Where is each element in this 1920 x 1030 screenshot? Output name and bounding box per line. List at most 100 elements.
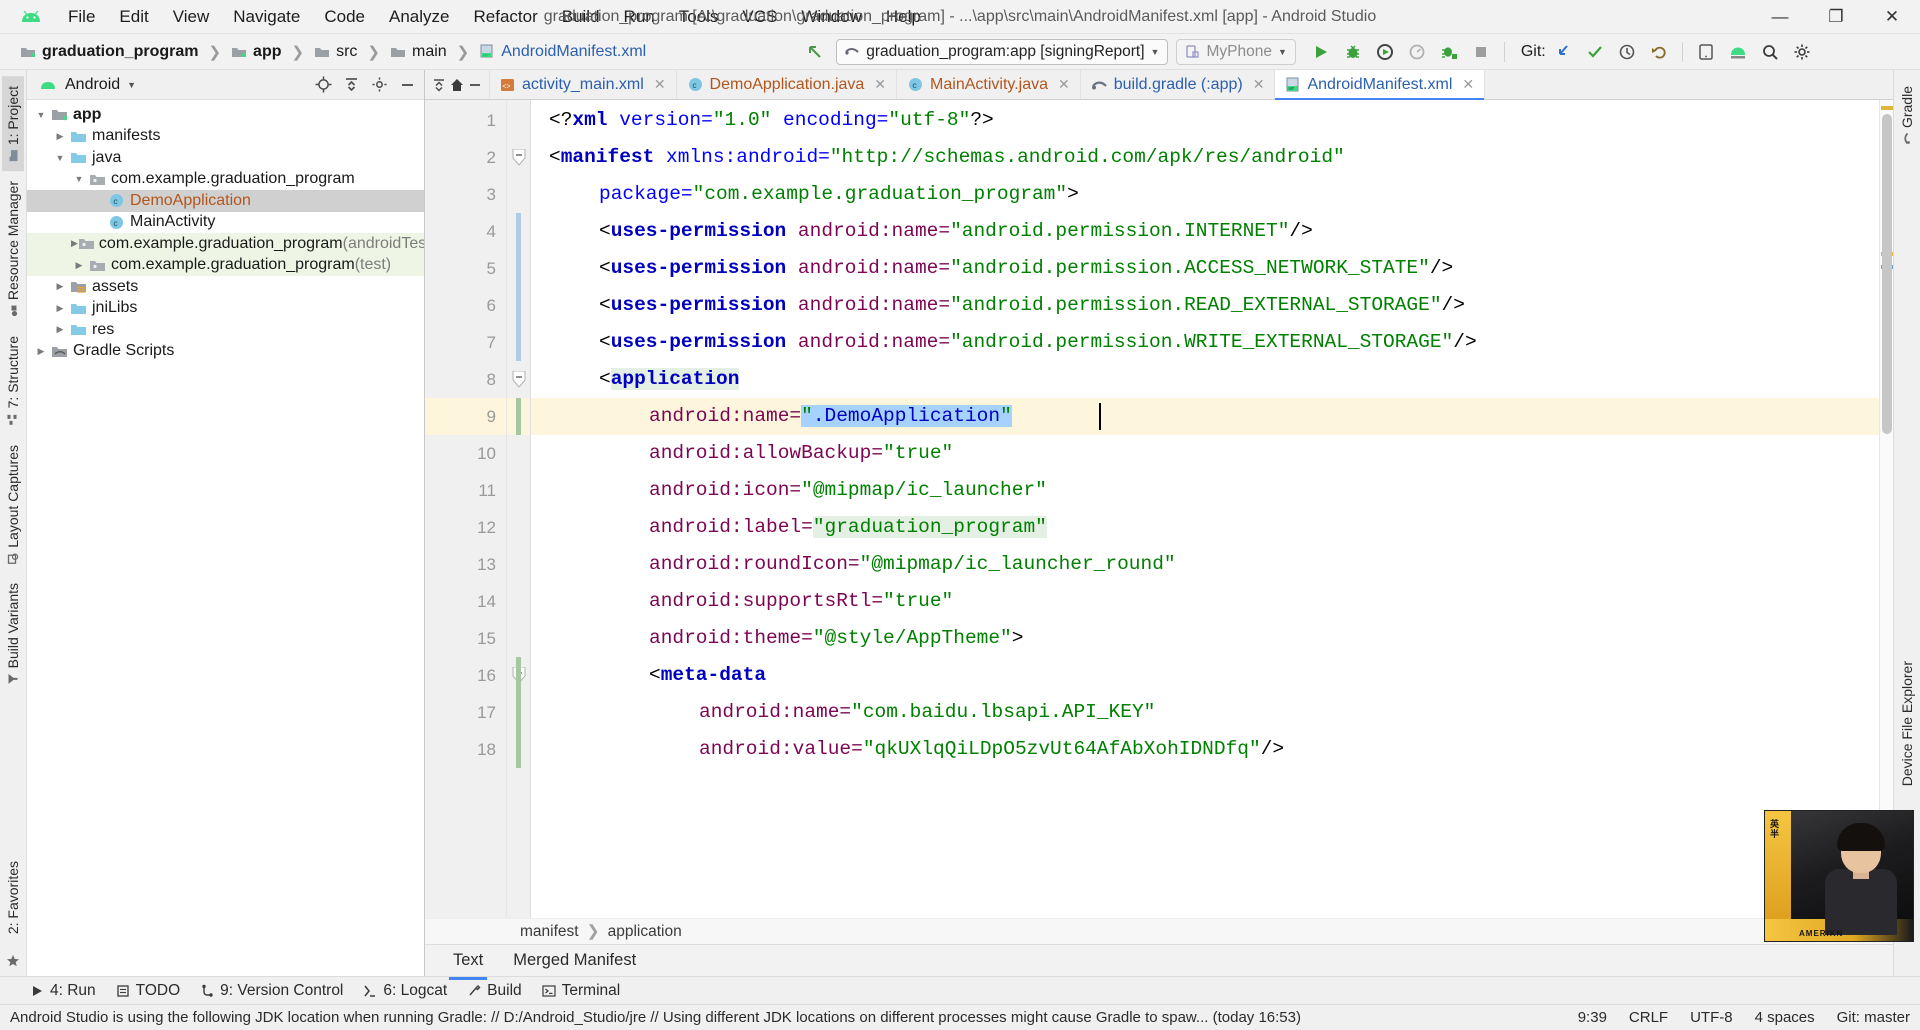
- avd-manager-button[interactable]: [1691, 38, 1721, 66]
- chevron-right-icon[interactable]: ▶: [71, 238, 78, 249]
- fold-collapse-icon[interactable]: [512, 371, 526, 388]
- bottom-tool-window-build[interactable]: Build: [467, 982, 522, 1000]
- bottom-tool-window-run[interactable]: 4: Run: [30, 982, 96, 1000]
- sdk-manager-button[interactable]: [1723, 38, 1753, 66]
- menu-run[interactable]: Run: [612, 4, 667, 30]
- chevron-down-icon[interactable]: ▼: [71, 174, 87, 184]
- chevron-right-icon[interactable]: ▶: [52, 303, 68, 314]
- debug-button[interactable]: [1338, 38, 1368, 66]
- menu-window[interactable]: Window: [789, 4, 873, 30]
- tree-row[interactable]: ▶ jniLibs: [27, 298, 424, 320]
- sidebar-item-project[interactable]: 1: Project: [2, 76, 24, 172]
- menu-code[interactable]: Code: [312, 4, 377, 30]
- tree-row[interactable]: c MainActivity: [27, 212, 424, 234]
- code-folding-column[interactable]: [507, 100, 531, 918]
- minimize-button[interactable]: —: [1752, 0, 1808, 33]
- breadcrumb-item-main[interactable]: main: [386, 41, 451, 63]
- code-line[interactable]: <?xml version="1.0" encoding="utf-8"?>: [549, 102, 994, 139]
- close-tab-icon[interactable]: ✕: [654, 76, 666, 93]
- code-line[interactable]: android:icon="@mipmap/ic_launcher": [649, 472, 1047, 509]
- tree-row[interactable]: ▶ com.example.graduation_program (test): [27, 254, 424, 276]
- editor-marker-scrollbar[interactable]: [1879, 100, 1893, 918]
- chevron-right-icon[interactable]: ▶: [52, 281, 68, 292]
- code-line[interactable]: android:supportsRtl="true": [649, 583, 953, 620]
- bottom-tool-window-version-control[interactable]: 9: Version Control: [200, 982, 343, 1000]
- sidebar-item-resource-manager[interactable]: Resource Manager: [2, 171, 24, 326]
- code-text-area[interactable]: <?xml version="1.0" encoding="utf-8"?> <m…: [531, 100, 1879, 918]
- chevron-right-icon[interactable]: ▶: [71, 260, 87, 271]
- attach-debugger-button[interactable]: [1434, 38, 1464, 66]
- collapse-icon[interactable]: [431, 77, 447, 93]
- menu-tools[interactable]: Tools: [667, 4, 731, 30]
- breadcrumb-application[interactable]: application: [608, 923, 682, 941]
- sidebar-item-gradle[interactable]: Gradle: [1896, 76, 1918, 154]
- tree-row[interactable]: ▶ res: [27, 319, 424, 341]
- menu-analyze[interactable]: Analyze: [377, 4, 461, 30]
- sidebar-item-build-variants[interactable]: Build Variants: [2, 573, 24, 694]
- sidebar-item-device-file-explorer[interactable]: Device File Explorer: [1896, 651, 1918, 796]
- stop-button[interactable]: [1466, 38, 1496, 66]
- locate-file-button[interactable]: [310, 73, 336, 97]
- home-icon[interactable]: [449, 77, 465, 93]
- bottom-tool-window-terminal[interactable]: Terminal: [542, 982, 620, 1000]
- search-everywhere-button[interactable]: [1755, 38, 1785, 66]
- collapse-all-button[interactable]: [338, 73, 364, 97]
- close-tab-icon[interactable]: ✕: [1462, 76, 1474, 93]
- tab-merged-manifest[interactable]: Merged Manifest: [511, 947, 638, 974]
- close-tab-icon[interactable]: ✕: [1058, 76, 1070, 93]
- code-line[interactable]: android:value="qkUXlqQiLDpO5zvUt64AfAbXo…: [699, 731, 1284, 768]
- added-line-marker[interactable]: [516, 398, 521, 435]
- maximize-button[interactable]: ❐: [1808, 0, 1864, 33]
- chevron-down-icon[interactable]: ▼: [33, 110, 49, 120]
- modified-line-marker[interactable]: [516, 213, 521, 361]
- editor-tab[interactable]: <> activity_main.xml ✕: [490, 70, 677, 99]
- editor-tab[interactable]: c MainActivity.java ✕: [897, 70, 1081, 99]
- chevron-right-icon[interactable]: ▶: [33, 346, 49, 357]
- close-tab-icon[interactable]: ✕: [874, 76, 886, 93]
- run-button[interactable]: [1306, 38, 1336, 66]
- tree-row[interactable]: ▼ app: [27, 104, 424, 126]
- breadcrumb-item-manifest[interactable]: MF AndroidManifest.xml: [475, 41, 650, 63]
- menu-edit[interactable]: Edit: [107, 4, 160, 30]
- menu-view[interactable]: View: [161, 4, 222, 30]
- run-configuration-selector[interactable]: graduation_program:app [signingReport] ▼: [836, 38, 1169, 65]
- code-line[interactable]: <uses-permission android:name="android.p…: [599, 250, 1453, 287]
- tree-row[interactable]: ▶ manifests: [27, 126, 424, 148]
- settings-button[interactable]: [1787, 38, 1817, 66]
- hide-icon[interactable]: [467, 77, 483, 93]
- run-with-coverage-button[interactable]: [1370, 38, 1400, 66]
- status-message[interactable]: Android Studio is using the following JD…: [10, 1009, 1301, 1026]
- editor-tab-strip[interactable]: <> activity_main.xml ✕ c DemoApplication.jav…: [425, 70, 1893, 100]
- history-button[interactable]: [1612, 38, 1642, 66]
- code-line[interactable]: android:roundIcon="@mipmap/ic_launcher_r…: [649, 546, 1176, 583]
- menu-vcs[interactable]: VCS: [730, 4, 789, 30]
- file-encoding[interactable]: UTF-8: [1690, 1009, 1733, 1026]
- caret-position[interactable]: 9:39: [1578, 1009, 1607, 1026]
- hide-panel-button[interactable]: [394, 73, 420, 97]
- chevron-down-icon[interactable]: ▼: [127, 80, 136, 90]
- code-line[interactable]: <manifest xmlns:android="http://schemas.…: [549, 139, 1345, 176]
- tree-row[interactable]: ▼ com.example.graduation_program: [27, 169, 424, 191]
- favorites-star-icon[interactable]: [6, 954, 20, 968]
- project-view-selector[interactable]: Android: [65, 76, 120, 94]
- menu-help[interactable]: Help: [874, 4, 933, 30]
- bottom-tool-window-bar[interactable]: 4: Run TODO 9: Version Control 6: Logcat Bui…: [0, 976, 1920, 1004]
- code-line[interactable]: <meta-data: [649, 657, 766, 694]
- tree-row[interactable]: ▼ java: [27, 147, 424, 169]
- menu-build[interactable]: Build: [550, 4, 612, 30]
- back-arrow-icon[interactable]: [800, 38, 830, 66]
- chevron-right-icon[interactable]: ▶: [52, 324, 68, 335]
- code-line[interactable]: android:allowBackup="true": [649, 435, 953, 472]
- update-project-button[interactable]: [1548, 38, 1578, 66]
- tree-row[interactable]: ▶ Gradle Scripts: [27, 341, 424, 363]
- code-line[interactable]: <uses-permission android:name="android.p…: [599, 287, 1465, 324]
- tree-row[interactable]: ▶ assets: [27, 276, 424, 298]
- breadcrumb-item-app[interactable]: app: [227, 41, 285, 63]
- chevron-right-icon[interactable]: ▶: [52, 131, 68, 142]
- breadcrumb-item-src[interactable]: src: [310, 41, 361, 63]
- chevron-down-icon[interactable]: ▼: [52, 153, 68, 163]
- code-line[interactable]: android:name="com.baidu.lbsapi.API_KEY": [699, 694, 1155, 731]
- close-tab-icon[interactable]: ✕: [1253, 76, 1265, 93]
- editor-tab[interactable]: c DemoApplication.java ✕: [677, 70, 898, 99]
- code-line[interactable]: <application: [599, 361, 740, 398]
